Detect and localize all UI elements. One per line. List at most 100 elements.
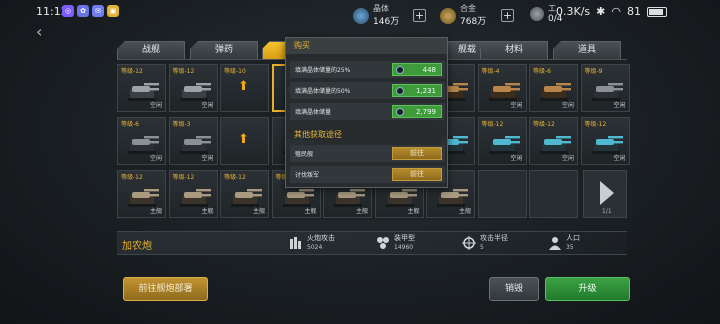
- crystal-label: 晶体: [373, 4, 389, 13]
- popup-title: 购买: [286, 38, 447, 54]
- tab-ammo[interactable]: 弹药: [190, 41, 258, 59]
- next-page-button[interactable]: 1/1: [583, 170, 627, 218]
- app-icon-2: ✿: [77, 5, 89, 17]
- inventory-cell[interactable]: 等级-6 空闲: [117, 117, 166, 165]
- purchase-popup: 购买 填满晶体储量的25% 448 填满晶体储量的50% 1,231 填满晶体储…: [285, 37, 448, 188]
- inventory-cell[interactable]: 等级-12 空闲: [168, 64, 218, 112]
- battery-icon: [646, 6, 667, 17]
- deploy-guns-button[interactable]: 前往舰炮部署: [123, 277, 208, 301]
- cell-status: 空闲: [201, 155, 214, 162]
- inventory-cell[interactable]: 等级-3 空闲: [168, 117, 218, 165]
- stat-value: 5024: [307, 244, 323, 251]
- app-icon-4: ▣: [107, 5, 119, 17]
- cell-status: 空闲: [149, 102, 162, 109]
- buy-row-50: 填满晶体储量的50% 1,231: [290, 82, 445, 99]
- population-icon: [549, 237, 561, 250]
- inventory-cell[interactable]: [529, 170, 578, 218]
- cell-level: 等级-12: [533, 121, 555, 128]
- inventory-cell[interactable]: 等级-12 空闲: [477, 117, 527, 165]
- app-icon-3: ✉: [92, 5, 104, 17]
- gun-info-bar: 加农炮 火炮攻击 5024 装甲型 14960 攻击半径 5 人口 35: [117, 231, 627, 255]
- source-label: 殖民舰: [295, 151, 314, 158]
- stat-value: 14960: [394, 244, 414, 251]
- alloy-icon: [440, 7, 456, 24]
- cell-status: 空闲: [613, 155, 626, 162]
- cell-level: 等级-6: [533, 68, 551, 75]
- armor-icon: [377, 237, 389, 249]
- buy-row-label: 填满晶体储量的50%: [295, 88, 351, 95]
- cell-level: 等级-10: [224, 68, 246, 75]
- ammo-icon: [290, 237, 301, 249]
- destroy-button[interactable]: 销毁: [489, 277, 539, 301]
- goto-rebels-button[interactable]: 前往: [392, 168, 442, 181]
- buy-row-25: 填满晶体储量的25% 448: [290, 61, 445, 78]
- cell-level: 等级-12: [224, 174, 246, 181]
- alloy-resource: 合金 768万: [440, 4, 486, 27]
- cell-level: 等级-12: [584, 121, 607, 128]
- cell-level: 等级-6: [121, 121, 139, 128]
- stat-label: 装甲型: [394, 234, 415, 242]
- app-icon-1: ◎: [62, 5, 74, 17]
- inventory-cell[interactable]: 等级-12 主舰: [168, 170, 218, 218]
- gem-icon: [396, 66, 404, 74]
- crystal-resource: 晶体 146万: [353, 4, 399, 27]
- upgrade-arrow-icon: ⬆: [238, 132, 249, 147]
- inventory-cell[interactable]: ⬆: [220, 117, 269, 165]
- inventory-cell[interactable]: 等级-12 主舰: [220, 170, 269, 218]
- stat-value: 5: [480, 244, 484, 251]
- buy-50-button[interactable]: 1,231: [392, 84, 442, 97]
- cell-status: 主舰: [252, 208, 265, 215]
- tab-warships[interactable]: 战舰: [117, 41, 185, 59]
- wifi-icon: ◠: [611, 5, 621, 18]
- inventory-cell[interactable]: 等级-9 空闲: [580, 64, 630, 112]
- worker-value: 0/4: [548, 14, 563, 24]
- cell-status: 空闲: [561, 155, 574, 162]
- add-crystal-button[interactable]: +: [413, 9, 426, 22]
- inventory-cell[interactable]: 等级-12 空闲: [117, 64, 166, 112]
- cell-level: 等级-12: [481, 121, 504, 128]
- inventory-cell[interactable]: 等级-12 主舰: [117, 170, 166, 218]
- cell-status: 主舰: [304, 208, 317, 215]
- crystal-value: 146万: [373, 17, 400, 27]
- crystal-icon: [353, 7, 369, 24]
- goto-colony-button[interactable]: 前往: [392, 147, 442, 160]
- tab-materials[interactable]: 材料: [480, 41, 548, 59]
- buy-full-button[interactable]: 2,799: [392, 105, 442, 118]
- cell-status: 空闲: [510, 102, 523, 109]
- cell-status: 主舰: [149, 208, 162, 215]
- cell-level: 等级-12: [172, 174, 195, 181]
- cell-level: 等级-9: [584, 68, 603, 75]
- alloy-value: 768万: [460, 17, 487, 27]
- worker-label: 工: [548, 4, 556, 13]
- source-row-colony: 殖民舰 前往: [290, 145, 445, 162]
- cell-status: 空闲: [561, 102, 574, 109]
- back-arrow-icon[interactable]: ‹: [36, 22, 42, 41]
- buy-row-full: 填满晶体储量 2,799: [290, 103, 445, 120]
- stat-value: 35: [566, 244, 574, 251]
- gem-icon: [396, 87, 404, 95]
- inventory-cell[interactable]: 等级-4 空闲: [477, 64, 527, 112]
- status-right: 0.3K/s ✱ ◠ 81: [556, 5, 667, 18]
- tab-items[interactable]: 道具: [553, 41, 621, 59]
- add-alloy-button[interactable]: +: [501, 9, 514, 22]
- battery-level: 81: [626, 5, 641, 18]
- upgrade-button[interactable]: 升级: [545, 277, 630, 301]
- buy-cost: 1,231: [415, 87, 436, 95]
- buy-25-button[interactable]: 448: [392, 63, 442, 76]
- inventory-cell[interactable]: [477, 170, 527, 218]
- inventory-cell[interactable]: 等级-10 ⬆: [220, 64, 269, 112]
- crosshair-icon: [462, 236, 476, 250]
- cell-status: 空闲: [613, 102, 626, 109]
- inventory-cell[interactable]: 等级-12 空闲: [580, 117, 630, 165]
- cell-status: 主舰: [355, 208, 368, 215]
- inventory-cell[interactable]: 等级-6 空闲: [529, 64, 578, 112]
- stat-label: 火炮攻击: [307, 234, 335, 242]
- cell-level: 等级-4: [481, 68, 500, 75]
- page-indicator: 1/1: [602, 208, 612, 215]
- cell-status: 主舰: [201, 208, 214, 215]
- status-app-icons: ◎ ✿ ✉ ▣: [62, 5, 119, 17]
- inventory-cell[interactable]: 等级-12 空闲: [529, 117, 578, 165]
- tab-naval-guns[interactable]: [262, 41, 286, 59]
- stat-label: 人口: [566, 234, 580, 242]
- stat-label: 攻击半径: [480, 234, 508, 242]
